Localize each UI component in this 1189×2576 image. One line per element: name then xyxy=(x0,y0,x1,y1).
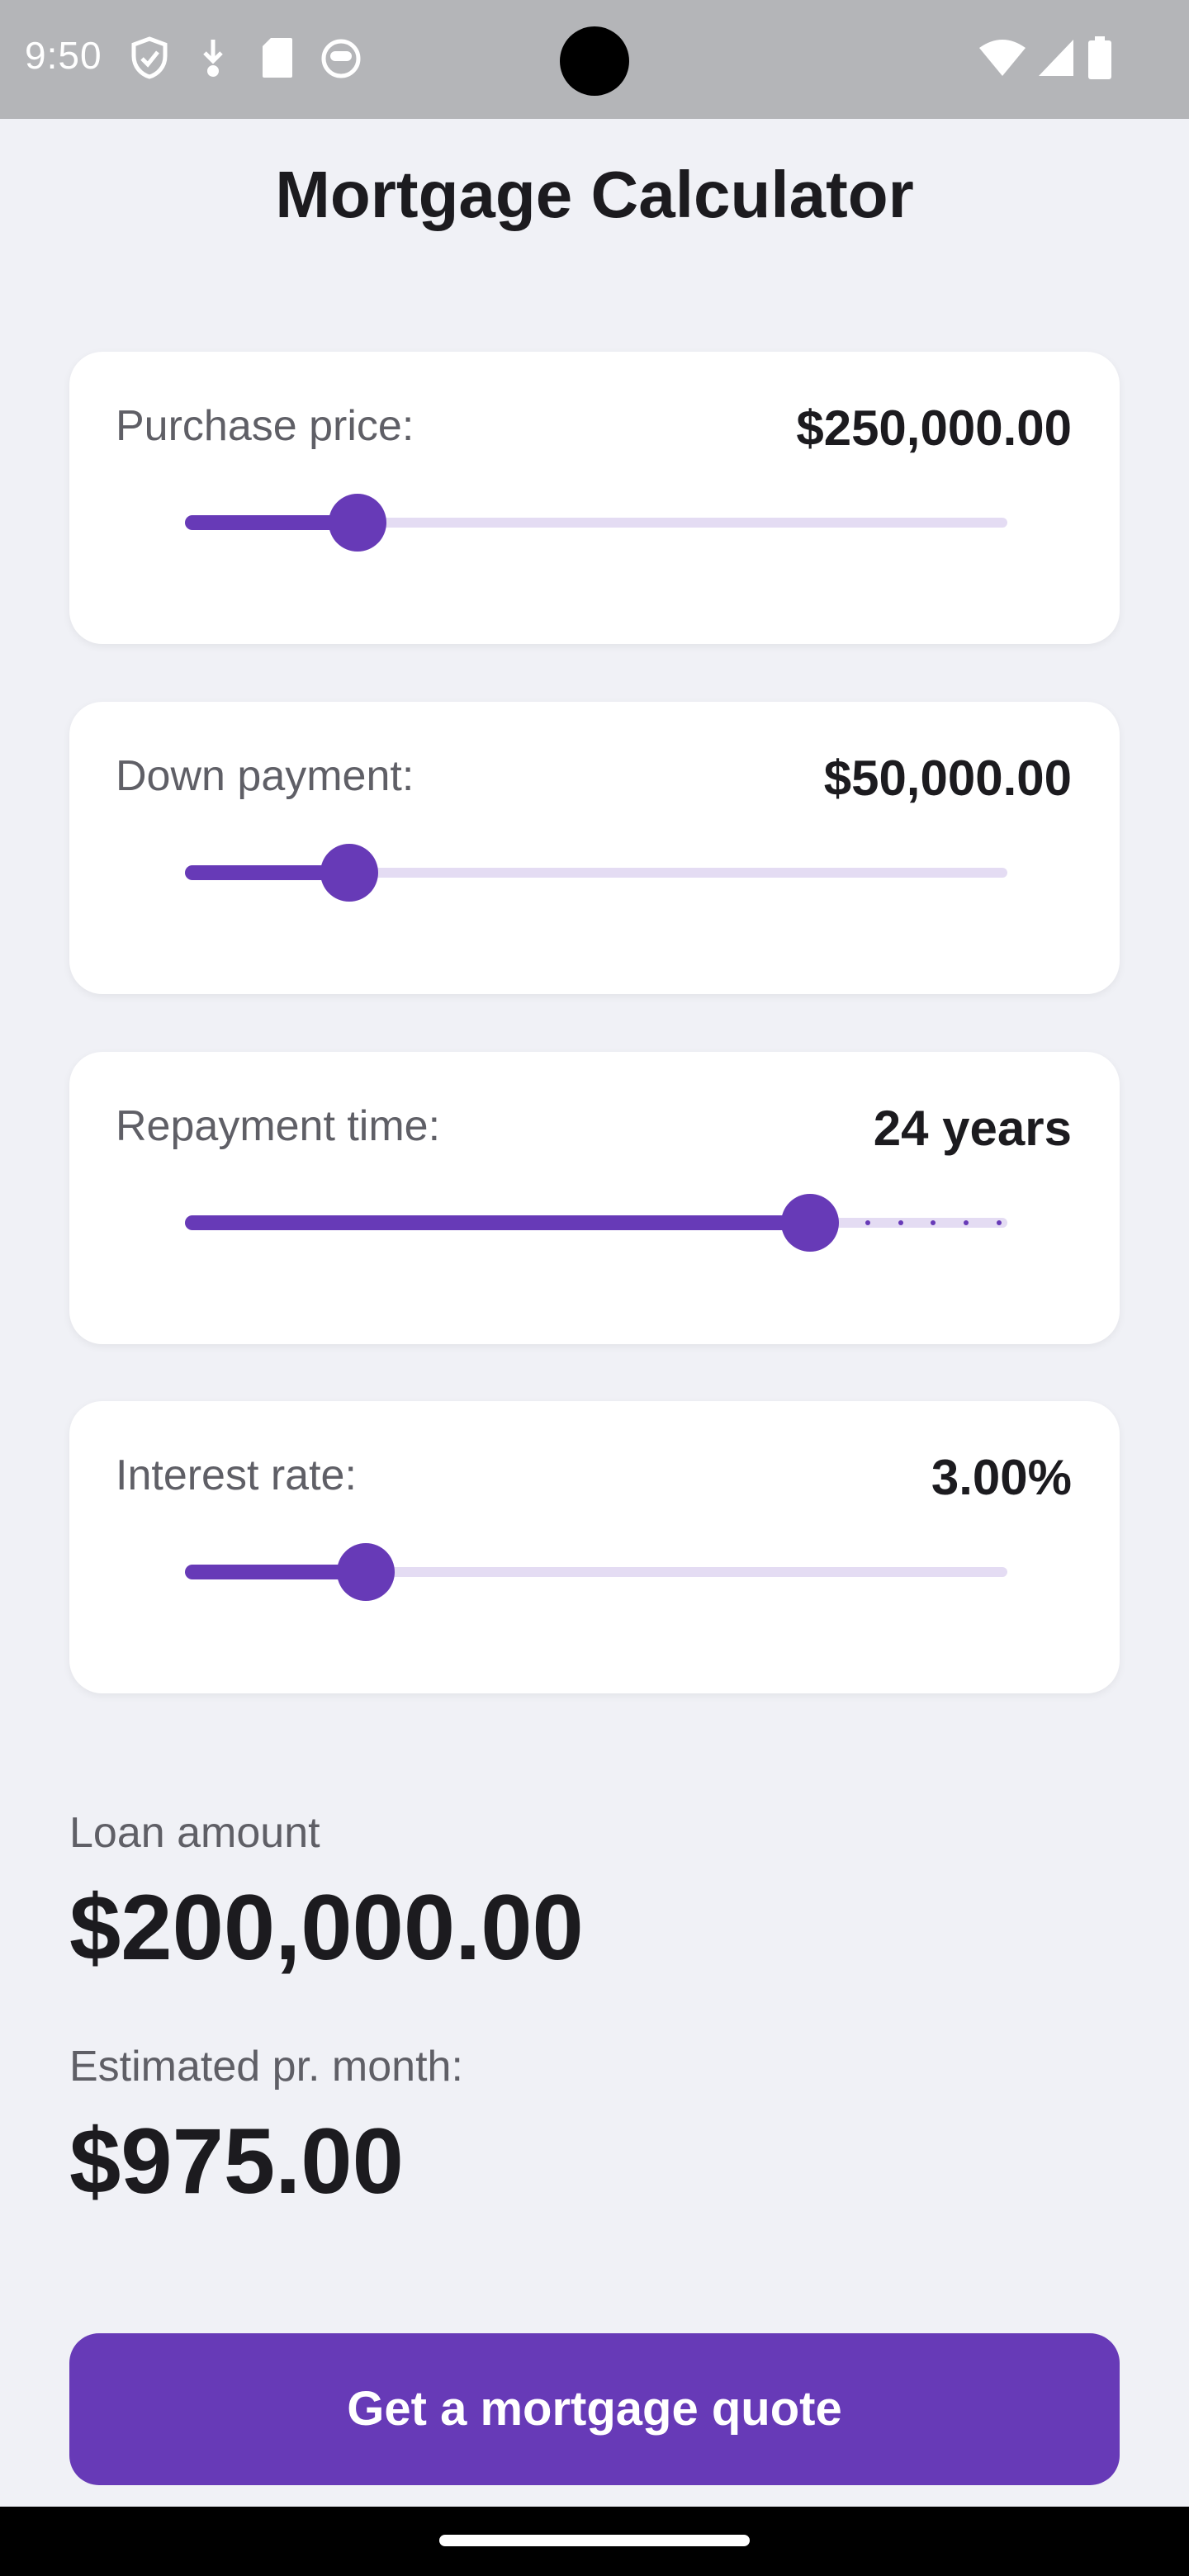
monthly-payment-value: $975.00 xyxy=(69,2110,404,2213)
interest-rate-card: Interest rate: 3.00% xyxy=(69,1401,1120,1693)
status-bar: 9:50 xyxy=(0,0,1189,119)
purchase-price-slider[interactable] xyxy=(185,494,1007,552)
screen: 9:50 Mortgage Calculator Purchase price:… xyxy=(0,0,1189,2576)
home-indicator[interactable] xyxy=(439,2535,750,2546)
get-mortgage-quote-button[interactable]: Get a mortgage quote xyxy=(69,2333,1120,2485)
repayment-time-label: Repayment time: xyxy=(116,1102,441,1150)
slider-thumb[interactable] xyxy=(780,1194,839,1252)
cell-signal-icon xyxy=(1037,38,1075,82)
monthly-payment-label: Estimated pr. month: xyxy=(69,2043,463,2091)
navigation-bar xyxy=(0,2507,1189,2576)
battery-icon xyxy=(1088,36,1111,83)
status-time: 9:50 xyxy=(25,34,102,77)
slider-fill xyxy=(185,1215,810,1230)
slider-thumb[interactable] xyxy=(320,844,379,902)
slider-tick xyxy=(898,1220,903,1225)
down-payment-label: Down payment: xyxy=(116,752,414,800)
loan-amount-value: $200,000.00 xyxy=(69,1876,584,1979)
purchase-price-label: Purchase price: xyxy=(116,402,414,450)
down-payment-slider[interactable] xyxy=(185,844,1007,902)
down-payment-value: $50,000.00 xyxy=(823,751,1072,806)
robot-face-icon xyxy=(320,36,362,83)
loan-amount-label: Loan amount xyxy=(69,1809,320,1857)
purchase-price-card: Purchase price: $250,000.00 xyxy=(69,352,1120,644)
wifi-icon xyxy=(978,38,1027,82)
down-payment-card: Down payment: $50,000.00 xyxy=(69,702,1120,994)
interest-rate-value: 3.00% xyxy=(931,1450,1072,1505)
repayment-time-slider[interactable] xyxy=(185,1194,1007,1252)
slider-tick xyxy=(997,1220,1002,1225)
sd-card-icon xyxy=(261,36,294,83)
slider-thumb[interactable] xyxy=(329,494,387,552)
slider-thumb[interactable] xyxy=(337,1543,396,1601)
shield-icon xyxy=(130,36,168,83)
repayment-time-value: 24 years xyxy=(873,1101,1072,1156)
purchase-price-value: $250,000.00 xyxy=(796,400,1072,456)
download-icon xyxy=(198,36,228,83)
interest-rate-slider[interactable] xyxy=(185,1543,1007,1601)
slider-tick xyxy=(865,1220,870,1225)
page-title: Mortgage Calculator xyxy=(275,158,914,231)
interest-rate-label: Interest rate: xyxy=(116,1451,357,1499)
repayment-time-card: Repayment time: 24 years xyxy=(69,1052,1120,1344)
camera-cutout xyxy=(560,26,629,96)
